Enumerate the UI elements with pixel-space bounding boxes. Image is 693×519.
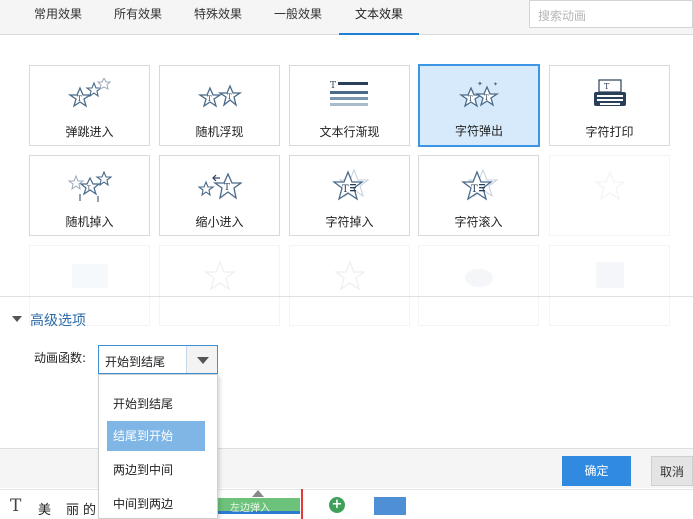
effect-label: 字符打印 [585,125,634,139]
effect-card-faded[interactable] [159,245,280,326]
typewriter-icon: T [593,79,626,106]
advanced-options-title: 高级选项 [30,313,86,329]
faded-star-icon [203,260,236,291]
faded-star-icon [333,260,366,291]
tab-all[interactable]: 所有效果 [102,0,174,35]
divider [0,296,693,297]
dropdown-option[interactable]: 开始到结尾 [107,389,205,419]
effect-card[interactable]: T 弹跳进入 [29,65,150,146]
rolling-star-icon: T [460,168,498,201]
advanced-options-toggle[interactable]: 高级选项 [12,310,86,330]
search-placeholder: 搜索动画 [538,9,587,23]
timeline-clip[interactable]: 左边弹入 [218,498,300,514]
svg-text:T: T [227,93,232,101]
timeline-pointer-icon [252,490,264,497]
timeline-char: 美 [38,503,52,518]
svg-text:T: T [77,95,82,103]
tab-special[interactable]: 特殊效果 [182,0,254,35]
effect-card-selected[interactable]: T T ✦ ✦ 字符弹出 [418,64,540,147]
search-input[interactable]: 搜索动画 [529,0,693,28]
faded-block-icon [71,264,108,288]
chevron-down-icon [197,357,209,364]
faded-star-icon [593,170,626,201]
timeline-clip-label: 左边弹入 [230,503,270,514]
effect-label: 字符弹出 [454,124,503,138]
faded-text-icon [595,262,624,288]
dropdown-button[interactable] [186,346,217,373]
animation-function-dropdown: 开始到结尾 结尾到开始 两边到中间 中间到两边 [98,374,218,519]
bouncing-stars-icon: T [67,78,111,108]
select-value: 开始到结尾 [105,355,166,369]
timeline-char: 丽 [66,503,80,518]
svg-text:T: T [86,185,91,192]
effect-card-faded[interactable] [289,245,410,326]
effect-card[interactable]: T 字符滚入 [418,155,539,236]
svg-text:T: T [224,183,230,193]
effect-card[interactable]: T 缩小进入 [159,155,280,236]
svg-text:T: T [207,95,212,103]
svg-text:✦: ✦ [477,80,483,88]
timeline-char: 的 [83,503,97,518]
effect-card[interactable]: T 字符打印 [549,65,670,146]
playhead[interactable] [301,489,303,519]
effect-card[interactable]: T T 随机浮现 [159,65,280,146]
twin-stars-icon: T T [197,84,242,108]
effect-label: 字符掉入 [325,215,374,229]
effect-label: 缩小进入 [195,215,244,229]
shrink-stars-icon: T [197,172,242,200]
effect-label: 随机浮现 [195,125,244,139]
tab-common[interactable]: 常用效果 [22,0,94,35]
falling-stars-icon: T [67,170,112,202]
effect-label: 弹跳进入 [65,125,114,139]
tab-general[interactable]: 一般效果 [262,0,334,35]
svg-text:T: T [604,82,610,91]
effect-label: 字符滚入 [454,215,503,229]
tab-text[interactable]: 文本效果 [339,0,419,35]
text-lines-icon: T [329,81,368,106]
tab-bar: 常用效果 所有效果 特殊效果 一般效果 文本效果 搜索动画 [0,0,693,35]
sparkle-stars-icon: T T ✦ ✦ [458,80,500,108]
effect-label: 文本行渐现 [319,125,380,139]
svg-text:T: T [484,94,489,102]
effect-card-faded[interactable] [549,155,670,236]
svg-text:T: T [471,184,478,195]
star-text-icon: T [331,168,369,201]
dropdown-option-highlighted[interactable]: 结尾到开始 [107,421,205,451]
svg-text:✦: ✦ [493,81,498,88]
cancel-button[interactable]: 取消 [651,456,693,486]
effect-label: 随机掉入 [65,215,114,229]
effect-card-faded[interactable] [549,245,670,326]
dropdown-option[interactable]: 中间到两边 [107,489,205,519]
effect-card-faded[interactable] [418,245,539,326]
svg-text:T: T [330,81,336,91]
ok-button[interactable]: 确定 [562,456,631,486]
collapse-triangle-icon [12,316,22,322]
effects-grid: T 弹跳进入 T T 随机浮现 T 文本行渐现 T T ✦ ✦ 字符弹出 T 字… [0,36,693,326]
add-effect-icon[interactable]: + [329,497,345,513]
svg-text:T: T [468,95,473,103]
timeline-block[interactable] [374,497,406,515]
svg-text:T: T [342,184,349,195]
effect-card[interactable]: T 文本行渐现 [289,65,410,146]
effect-card[interactable]: T 随机掉入 [29,155,150,236]
dropdown-option[interactable]: 两边到中间 [107,455,205,485]
faded-cloud-icon [464,269,493,287]
effect-card[interactable]: T 字符掉入 [289,155,410,236]
animation-function-label: 动画函数: [34,351,87,365]
text-type-icon: T [10,496,22,516]
animation-function-select[interactable]: 开始到结尾 [98,345,218,374]
